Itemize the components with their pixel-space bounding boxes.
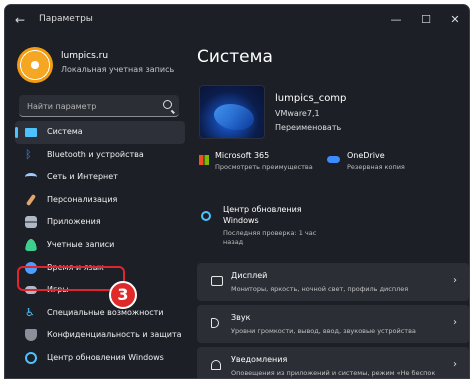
wifi-icon: [25, 173, 37, 181]
card-subtitle: Мониторы, яркость, ночной свет, профиль …: [231, 285, 409, 293]
sidebar-item-label: Учетные записи: [47, 239, 115, 249]
sidebar-nav: Система ᛒ Bluetooth и устройства Сеть и …: [15, 121, 185, 370]
apps-icon: [25, 216, 37, 229]
sidebar-item-label: Персонализация: [47, 194, 118, 204]
card-title: Звук: [231, 313, 251, 322]
maximize-button[interactable]: ☐: [413, 11, 439, 29]
windows-update-status-2: назад: [223, 238, 244, 246]
highlight-box: [17, 266, 125, 291]
step-badge: 3: [109, 281, 137, 309]
user-name: lumpics.ru: [61, 51, 109, 61]
sidebar-item-label: Специальные возможности: [47, 307, 164, 317]
accessibility-icon: ♿: [25, 305, 35, 319]
chevron-right-icon: ›: [453, 359, 457, 370]
user-icon: [25, 238, 37, 251]
chevron-right-icon: ›: [453, 317, 457, 328]
title-bar: ← Параметры — ☐ ✕: [5, 5, 469, 35]
search-input[interactable]: [27, 99, 157, 113]
card-subtitle: Оповещения из приложений и системы, режи…: [231, 369, 436, 377]
rename-link[interactable]: Переименовать: [275, 123, 341, 132]
shield-icon: [25, 329, 37, 342]
page-title: Система: [197, 47, 273, 67]
sidebar-item-system[interactable]: Система: [15, 121, 185, 144]
cloud-icon: [327, 156, 340, 163]
chevron-right-icon: ›: [453, 275, 457, 286]
onedrive-subtitle: Резервная копия: [347, 163, 405, 171]
sidebar-item-label: Bluetooth и устройства: [47, 149, 144, 159]
sidebar-item-windows-update[interactable]: Центр обновления Windows: [15, 347, 185, 370]
sidebar-item-privacy[interactable]: Конфиденциальность и защита: [15, 324, 185, 347]
sound-icon: [211, 318, 219, 328]
ms365-subtitle: Просмотреть преимущества: [215, 163, 313, 171]
bluetooth-icon: ᛒ: [25, 147, 32, 161]
device-model: VMware7,1: [275, 109, 320, 118]
card-title: Дисплей: [231, 271, 268, 280]
card-notifications[interactable]: Уведомления Оповещения из приложений и с…: [197, 347, 469, 378]
search-box[interactable]: [19, 95, 179, 117]
avatar[interactable]: [17, 47, 53, 83]
settings-window: ← Параметры — ☐ ✕ lumpics.ru Локальная у…: [4, 4, 470, 379]
onedrive-title[interactable]: OneDrive: [347, 151, 385, 160]
back-arrow-icon[interactable]: ←: [15, 13, 25, 27]
main-content: Система lumpics_comp VMware7,1 Переимено…: [187, 35, 469, 378]
window-title: Параметры: [39, 14, 93, 24]
update-icon: [201, 211, 211, 221]
card-display[interactable]: Дисплей Мониторы, яркость, ночной свет, …: [197, 263, 469, 301]
windows-update-status-1: Последняя проверка: 1 час: [223, 229, 317, 237]
sidebar-item-accessibility[interactable]: ♿ Специальные возможности: [15, 302, 185, 325]
device-name: lumpics_comp: [275, 93, 347, 104]
windows-update-title-1[interactable]: Центр обновления: [223, 205, 302, 214]
sidebar-item-bluetooth[interactable]: ᛒ Bluetooth и устройства: [15, 144, 185, 167]
account-type: Локальная учетная запись: [61, 65, 175, 74]
sidebar: lumpics.ru Локальная учетная запись Сист…: [5, 35, 187, 378]
sidebar-item-label: Сеть и Интернет: [47, 172, 118, 182]
brush-icon: [25, 193, 37, 206]
close-button[interactable]: ✕: [442, 11, 468, 29]
sidebar-item-label: Приложения: [47, 217, 101, 227]
device-wallpaper-image: [199, 85, 265, 139]
microsoft-logo-icon: [199, 155, 209, 165]
card-subtitle: Уровни громкости, вывод, ввод, звуковые …: [231, 327, 416, 335]
monitor-icon: [25, 128, 37, 137]
card-title: Уведомления: [231, 355, 288, 364]
sidebar-item-network[interactable]: Сеть и Интернет: [15, 166, 185, 189]
search-icon[interactable]: [163, 100, 172, 109]
minimize-button[interactable]: —: [383, 11, 409, 29]
sidebar-item-label: Система: [47, 127, 83, 136]
ms365-title[interactable]: Microsoft 365: [215, 151, 269, 160]
sidebar-item-apps[interactable]: Приложения: [15, 211, 185, 234]
card-sound[interactable]: Звук Уровни громкости, вывод, ввод, звук…: [197, 305, 469, 343]
sidebar-item-personalization[interactable]: Персонализация: [15, 189, 185, 212]
bell-icon: [211, 360, 221, 370]
sidebar-item-accounts[interactable]: Учетные записи: [15, 234, 185, 257]
windows-update-title-2[interactable]: Windows: [223, 216, 259, 225]
display-icon: [211, 276, 223, 286]
sidebar-item-label: Центр обновления Windows: [47, 352, 164, 362]
sidebar-item-label: Конфиденциальность и защита: [47, 330, 182, 340]
update-icon: [25, 351, 37, 364]
